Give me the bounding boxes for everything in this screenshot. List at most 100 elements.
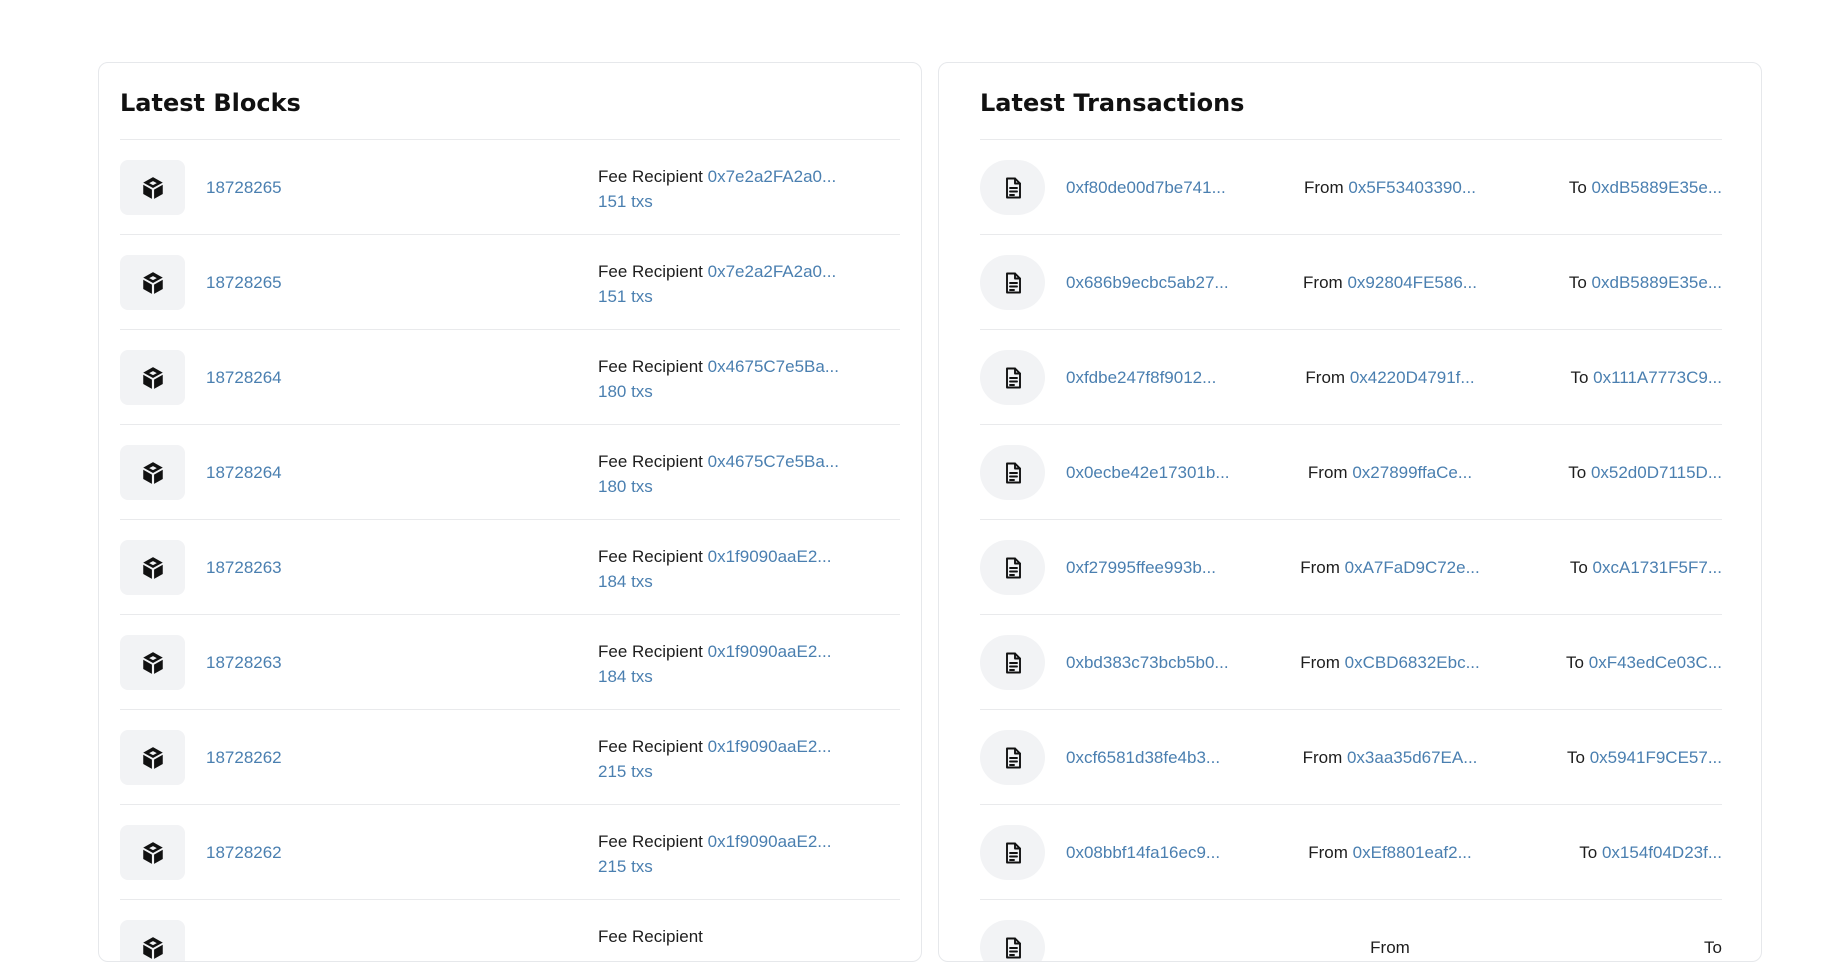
document-icon [1005, 937, 1021, 958]
transaction-from: From 0xEf8801eaf2... [1290, 843, 1490, 863]
block-row: 18728263 Fee Recipient 0x1f9090aaE2... 1… [120, 615, 900, 710]
fee-recipient: Fee Recipient 0x7e2a2FA2a0... [598, 262, 836, 282]
latest-transactions-list: 0xf80de00d7be741... From 0x5F53403390...… [980, 139, 1722, 961]
to-address-link[interactable]: 0xdB5889E35e... [1592, 273, 1722, 292]
transaction-hash-link[interactable]: 0x0ecbe42e17301b... [1066, 463, 1230, 483]
to-address-link[interactable]: 0x154f04D23f... [1602, 843, 1722, 862]
tx-count-link[interactable]: 151 txs [598, 287, 653, 307]
from-label: From [1370, 938, 1410, 957]
transaction-icon-box [980, 160, 1045, 215]
fee-recipient-address-link[interactable]: 0x7e2a2FA2a0... [708, 262, 837, 281]
from-address-link[interactable]: 0xA7FaD9C72e... [1345, 558, 1480, 577]
from-label: From [1302, 748, 1343, 767]
transaction-hash-link[interactable]: 0xf27995ffee993b... [1066, 558, 1216, 578]
block-number-link[interactable]: 18728262 [206, 748, 282, 768]
document-icon [1005, 652, 1021, 673]
to-address-link[interactable]: 0x5941F9CE57... [1590, 748, 1722, 767]
document-icon [1005, 272, 1021, 293]
fee-recipient-address-link[interactable]: 0x7e2a2FA2a0... [708, 167, 837, 186]
transaction-hash-link[interactable]: 0xfdbe247f8f9012... [1066, 368, 1216, 388]
from-address-link[interactable]: 0x92804FE586... [1347, 273, 1476, 292]
fee-recipient-address-link[interactable]: 0x1f9090aaE2... [708, 547, 832, 566]
to-label: To [1568, 463, 1587, 482]
block-number-link[interactable]: 18728265 [206, 178, 282, 198]
block-icon-box [120, 730, 185, 785]
tx-count-link[interactable]: 151 txs [598, 192, 653, 212]
block-row: Fee Recipient [120, 900, 900, 961]
transaction-to: To 0x5941F9CE57... [1567, 748, 1722, 768]
from-address-link[interactable]: 0x5F53403390... [1348, 178, 1476, 197]
fee-recipient-address-link[interactable]: 0x1f9090aaE2... [708, 737, 832, 756]
to-address-link[interactable]: 0x52d0D7115D... [1591, 463, 1722, 482]
transaction-to: To [1704, 938, 1722, 958]
fee-recipient-address-link[interactable]: 0x1f9090aaE2... [708, 642, 832, 661]
cube-icon [142, 461, 163, 484]
from-address-link[interactable]: 0xEf8801eaf2... [1353, 843, 1472, 862]
cube-icon [142, 651, 163, 674]
transaction-to: To 0x154f04D23f... [1579, 843, 1722, 863]
block-icon-box [120, 635, 185, 690]
transaction-row: 0xcf6581d38fe4b3... From 0x3aa35d67EA...… [980, 710, 1722, 805]
transaction-hash-link[interactable]: 0x686b9ecbc5ab27... [1066, 273, 1229, 293]
to-address-link[interactable]: 0xcA1731F5F7... [1593, 558, 1722, 577]
transaction-hash-link[interactable]: 0x08bbf14fa16ec9... [1066, 843, 1220, 863]
block-row: 18728265 Fee Recipient 0x7e2a2FA2a0... 1… [120, 140, 900, 235]
cube-icon [142, 841, 163, 864]
transaction-icon-box [980, 920, 1045, 961]
block-number-link[interactable]: 18728263 [206, 653, 282, 673]
transaction-hash-link[interactable]: 0xcf6581d38fe4b3... [1066, 748, 1220, 768]
fee-recipient-label: Fee Recipient [598, 357, 703, 376]
transaction-row: 0xf27995ffee993b... From 0xA7FaD9C72e...… [980, 520, 1722, 615]
tx-count-link[interactable]: 184 txs [598, 667, 653, 687]
block-row: 18728264 Fee Recipient 0x4675C7e5Ba... 1… [120, 425, 900, 520]
block-number-link[interactable]: 18728264 [206, 368, 282, 388]
tx-count-link[interactable]: 180 txs [598, 477, 653, 497]
tx-count-link[interactable]: 180 txs [598, 382, 653, 402]
to-label: To [1566, 653, 1585, 672]
transaction-to: To 0x52d0D7115D... [1568, 463, 1722, 483]
to-label: To [1569, 558, 1588, 577]
tx-count-link[interactable]: 215 txs [598, 762, 653, 782]
transaction-from: From 0x27899ffaCe... [1290, 463, 1490, 483]
tx-count-link[interactable]: 184 txs [598, 572, 653, 592]
to-label: To [1568, 178, 1587, 197]
transaction-icon-box [980, 445, 1045, 500]
transaction-icon-box [980, 730, 1045, 785]
from-address-link[interactable]: 0x4220D4791f... [1350, 368, 1475, 387]
from-address-link[interactable]: 0x3aa35d67EA... [1347, 748, 1477, 767]
block-number-link[interactable]: 18728265 [206, 273, 282, 293]
tx-count-link[interactable]: 215 txs [598, 857, 653, 877]
fee-recipient: Fee Recipient 0x4675C7e5Ba... [598, 452, 839, 472]
fee-recipient: Fee Recipient 0x1f9090aaE2... [598, 547, 831, 567]
from-label: From [1308, 843, 1348, 862]
block-number-link[interactable]: 18728263 [206, 558, 282, 578]
to-address-link[interactable]: 0xdB5889E35e... [1592, 178, 1722, 197]
from-label: From [1307, 463, 1348, 482]
from-address-link[interactable]: 0x27899ffaCe... [1352, 463, 1472, 482]
transaction-from: From 0xCBD6832Ebc... [1290, 653, 1490, 673]
block-icon-box [120, 255, 185, 310]
to-address-link[interactable]: 0x111A7773C9... [1593, 368, 1722, 387]
block-row: 18728265 Fee Recipient 0x7e2a2FA2a0... 1… [120, 235, 900, 330]
latest-transactions-panel: Latest Transactions 0xf80de00d7be741... … [938, 62, 1762, 962]
from-address-link[interactable]: 0xCBD6832Ebc... [1345, 653, 1480, 672]
to-label: To [1704, 938, 1722, 957]
block-number-link[interactable]: 18728264 [206, 463, 282, 483]
block-icon-box [120, 540, 185, 595]
fee-recipient-address-link[interactable]: 0x4675C7e5Ba... [708, 452, 839, 471]
document-icon [1005, 177, 1021, 198]
block-number-link[interactable]: 18728262 [206, 843, 282, 863]
to-address-link[interactable]: 0xF43edCe03C... [1589, 653, 1722, 672]
fee-recipient: Fee Recipient 0x1f9090aaE2... [598, 832, 831, 852]
transaction-icon-box [980, 635, 1045, 690]
latest-blocks-title: Latest Blocks [120, 89, 301, 117]
fee-recipient-address-link[interactable]: 0x4675C7e5Ba... [708, 357, 839, 376]
transaction-icon-box [980, 255, 1045, 310]
fee-recipient-label: Fee Recipient [598, 832, 703, 851]
transaction-to: To 0xdB5889E35e... [1569, 273, 1722, 293]
fee-recipient-address-link[interactable]: 0x1f9090aaE2... [708, 832, 832, 851]
transaction-hash-link[interactable]: 0xf80de00d7be741... [1066, 178, 1226, 198]
transaction-row: 0xbd383c73bcb5b0... From 0xCBD6832Ebc...… [980, 615, 1722, 710]
transaction-hash-link[interactable]: 0xbd383c73bcb5b0... [1066, 653, 1229, 673]
transaction-row: 0x0ecbe42e17301b... From 0x27899ffaCe...… [980, 425, 1722, 520]
